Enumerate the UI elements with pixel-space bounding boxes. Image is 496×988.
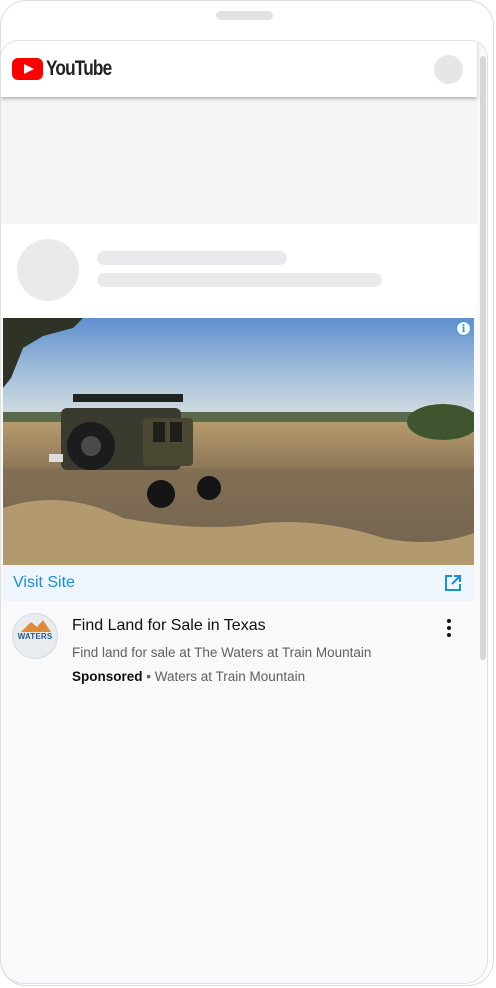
- ad-landscape-photo: [3, 318, 474, 565]
- advertiser-logo-text: WATERS: [17, 632, 53, 641]
- skeleton-title-line: [97, 251, 287, 265]
- ad-description: Find land for sale at The Waters at Trai…: [72, 645, 372, 660]
- advertiser-logo[interactable]: WATERS: [12, 613, 58, 659]
- loading-skeleton-row: [1, 224, 477, 318]
- youtube-play-icon: [12, 58, 43, 80]
- external-link-icon[interactable]: [443, 573, 463, 593]
- more-vert-icon[interactable]: [441, 617, 457, 639]
- video-player-placeholder: [1, 97, 477, 224]
- skeleton-subtitle-line: [97, 273, 382, 287]
- meta-separator: •: [146, 669, 152, 684]
- mobile-screen: YouTube i Visit Site WATERS Find Land fo…: [0, 40, 488, 984]
- sponsored-label: Sponsored: [72, 669, 143, 684]
- youtube-logo[interactable]: YouTube: [12, 57, 126, 81]
- account-avatar[interactable]: [434, 55, 463, 84]
- top-app-bar: YouTube: [1, 41, 477, 97]
- advertiser-name: Waters at Train Mountain: [154, 669, 306, 684]
- more-dot: [447, 619, 451, 623]
- ad-meta: Sponsored • Waters at Train Mountain: [72, 669, 305, 684]
- logo-text: YouTube: [46, 57, 112, 80]
- ad-info-icon[interactable]: i: [456, 321, 471, 336]
- phone-notch: [216, 11, 273, 20]
- ad-details: WATERS Find Land for Sale in Texas Find …: [1, 601, 477, 701]
- visit-site-label: Visit Site: [13, 574, 75, 591]
- ad-title[interactable]: Find Land for Sale in Texas: [72, 617, 266, 635]
- ad-image[interactable]: i: [3, 318, 474, 565]
- scrollbar[interactable]: [480, 56, 486, 660]
- more-dot: [447, 626, 451, 630]
- visit-site-bar[interactable]: Visit Site: [3, 565, 474, 601]
- more-dot: [447, 633, 451, 637]
- advertiser-logo-mountain-icon: [21, 620, 51, 632]
- skeleton-avatar: [17, 239, 79, 301]
